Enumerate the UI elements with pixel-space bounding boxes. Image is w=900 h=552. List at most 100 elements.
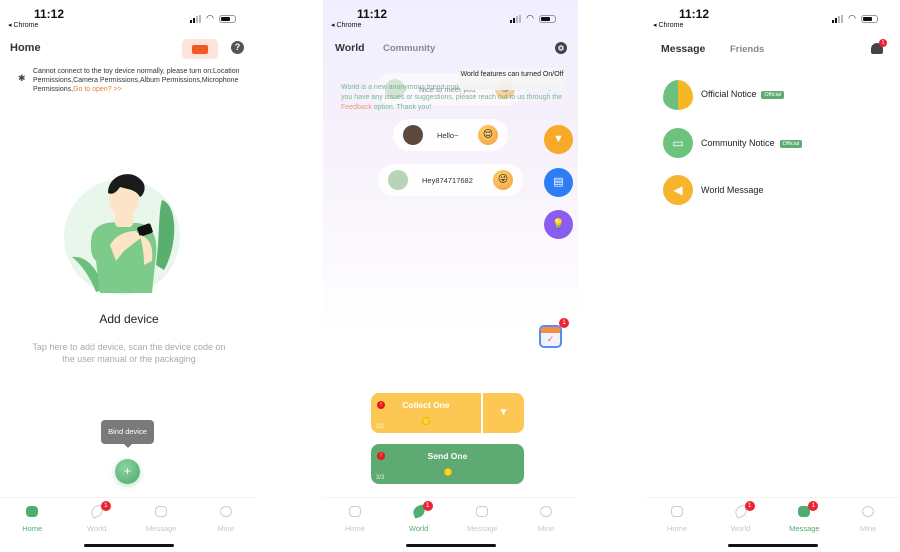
home-tab-icon — [26, 506, 39, 517]
collect-one-button[interactable]: ! Collect One 2/2 ▼ — [371, 393, 524, 433]
chat-icon: ▭ — [663, 128, 693, 158]
permission-warning: ✱ Cannot connect to the toy device norma… — [18, 67, 248, 94]
collect-count: 2/2 — [376, 424, 385, 430]
coin-icon — [371, 417, 481, 425]
calendar-checkin-button[interactable]: ✓ — [539, 325, 562, 348]
tab-label: World — [730, 524, 751, 533]
message-tab-icon — [155, 506, 168, 517]
tab-mine[interactable]: Mine — [194, 498, 259, 533]
tab-mine[interactable]: Mine — [514, 498, 578, 533]
back-to-chrome-link[interactable]: ◂ Chrome — [653, 21, 683, 29]
tab-label: Mine — [537, 524, 555, 533]
world-badge: 1 — [422, 501, 433, 511]
list-item-community-notice[interactable]: ▭ Community Notice Official — [663, 128, 883, 160]
tab-home[interactable]: Home — [645, 498, 709, 533]
tab-world[interactable]: 1 World — [709, 498, 773, 533]
status-bar: 11:12 ◂ Chrome ◠ — [645, 6, 900, 30]
official-tag: Official — [761, 91, 785, 99]
world-badge: 1 — [100, 501, 111, 511]
tab-world[interactable]: 1 World — [387, 498, 451, 533]
back-to-chrome-link[interactable]: ◂ Chrome — [331, 21, 361, 29]
page-title: Home — [10, 42, 41, 54]
item-title: Community Notice Official — [701, 138, 803, 148]
idea-button[interactable]: 💡 — [544, 210, 573, 239]
signal-icon — [510, 14, 522, 23]
device-icon — [192, 44, 208, 54]
battery-icon — [219, 14, 236, 23]
item-title: World Message — [701, 185, 764, 195]
add-device-description: Tap here to add device, scan the device … — [32, 342, 226, 364]
item-title: Official Notice Official — [701, 89, 785, 99]
bubble-text: Hey874717682 — [422, 175, 473, 185]
tab-message[interactable]: Message — [451, 498, 515, 533]
tab-home[interactable]: Home — [0, 498, 65, 533]
tab-label: Message — [789, 524, 820, 533]
toy-device-button[interactable] — [182, 39, 218, 59]
chat-bubble[interactable]: Hello~ 😌 — [393, 119, 508, 151]
tab-world[interactable]: 1 World — [65, 498, 130, 533]
status-time: 11:12 — [679, 7, 710, 21]
collect-label: Collect One — [402, 400, 450, 410]
world-badge: 1 — [744, 501, 755, 511]
message-tab-icon — [476, 506, 489, 517]
tab-label: Message — [146, 524, 177, 533]
mine-tab-icon — [862, 506, 875, 517]
tab-world-feed[interactable]: World — [335, 42, 365, 54]
battery-icon — [861, 14, 878, 23]
battery-icon — [539, 14, 556, 23]
wifi-icon: ◠ — [206, 13, 214, 23]
collect-filter-button[interactable]: ▼ — [483, 393, 524, 433]
signal-icon — [832, 14, 844, 23]
list-item-official-notice[interactable]: Official Notice Official — [663, 80, 883, 112]
home-indicator — [84, 544, 174, 547]
check-icon: ✓ — [546, 334, 555, 344]
send-count: 3/3 — [376, 475, 385, 481]
mine-tab-icon — [540, 506, 553, 517]
tab-bar: Home 1 World Message Mine — [323, 497, 578, 533]
send-label: Send One — [427, 451, 468, 461]
add-device-illustration[interactable] — [60, 165, 190, 300]
send-one-button[interactable]: ! Send One 3/3 — [371, 444, 524, 484]
wifi-icon: ◠ — [526, 13, 534, 23]
tab-message[interactable]: 1 Message — [773, 498, 837, 533]
tab-home[interactable]: Home — [323, 498, 387, 533]
tab-community[interactable]: Community — [383, 43, 435, 54]
tab-label: Home — [22, 524, 43, 533]
tab-label: Home — [344, 524, 365, 533]
status-time: 11:12 — [357, 7, 388, 21]
heart-icon — [663, 80, 693, 110]
back-to-chrome-link[interactable]: ◂ Chrome — [8, 21, 38, 29]
emoji-icon: 😌 — [478, 125, 498, 145]
status-icons: ◠ — [190, 13, 236, 24]
chat-bubble[interactable]: Hey874717682 😜 — [378, 164, 523, 196]
go-to-open-link[interactable]: Go to open? >> — [73, 86, 122, 93]
tab-bar: Home 1 World Message Mine — [0, 497, 258, 533]
tab-mine[interactable]: Mine — [836, 498, 900, 533]
gear-icon[interactable] — [555, 42, 567, 54]
storage-button[interactable]: ▤ — [544, 168, 573, 197]
official-tag: Official — [779, 140, 803, 148]
help-icon[interactable]: ? — [231, 41, 244, 54]
list-item-world-message[interactable]: ◀ World Message — [663, 175, 883, 207]
add-device-button[interactable]: + — [115, 459, 140, 484]
wifi-icon: ◠ — [848, 13, 856, 23]
tab-message[interactable]: Message — [129, 498, 194, 533]
status-bar: 11:12 ◂ Chrome ◠ — [323, 6, 578, 30]
feedback-link[interactable]: Feedback — [341, 104, 372, 111]
status-time: 11:12 — [34, 7, 65, 21]
bug-icon: ✱ — [18, 73, 26, 83]
add-device-title[interactable]: Add device — [0, 312, 258, 326]
tab-label: Mine — [859, 524, 877, 533]
tab-messages[interactable]: Message — [661, 43, 705, 55]
bind-device-tooltip: Bind device — [101, 420, 154, 448]
home-screen: 11:12 ◂ Chrome ◠ Home ? ✱ Cannot connect… — [0, 0, 258, 552]
tab-label: Mine — [217, 524, 234, 533]
tab-bar: Home 1 World 1 Message Mine — [645, 497, 900, 533]
home-indicator — [727, 544, 818, 547]
coin-icon — [371, 468, 524, 476]
tab-label: Home — [666, 524, 687, 533]
filter-icon: ▼ — [553, 133, 564, 145]
status-bar: 11:12 ◂ Chrome ◠ — [0, 6, 258, 30]
filter-button[interactable]: ▼ — [544, 125, 573, 154]
tab-friends[interactable]: Friends — [730, 44, 764, 55]
